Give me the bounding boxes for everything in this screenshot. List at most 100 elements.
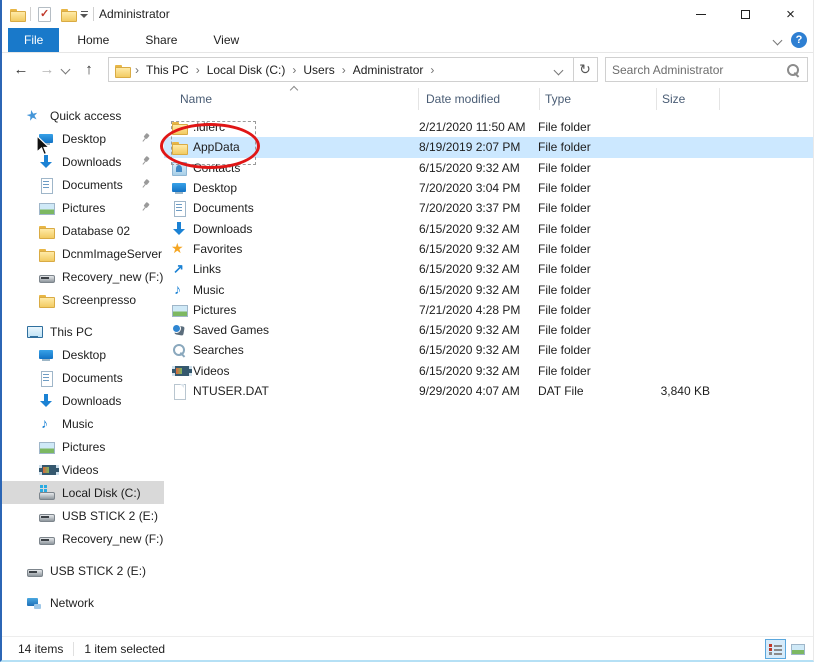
minimize-icon xyxy=(696,14,706,15)
sidebar-item-screenpresso[interactable]: Screenpresso xyxy=(2,288,164,311)
customize-quick-access-toolbar-icon[interactable] xyxy=(80,11,88,18)
details-view-button[interactable] xyxy=(765,639,786,659)
column-header-date-modified[interactable]: Date modified xyxy=(419,88,540,110)
search-input[interactable] xyxy=(606,63,785,77)
documents-icon xyxy=(38,370,54,386)
desktop-icon xyxy=(38,347,54,363)
ribbon-tabs: File Home Share View xyxy=(2,28,813,53)
file-name: Searches xyxy=(193,343,419,357)
up-button[interactable]: ↑ xyxy=(78,58,100,80)
file-date-modified: 2/21/2020 11:50 AM xyxy=(419,120,538,134)
file-type: File folder xyxy=(538,283,652,297)
drive-icon xyxy=(38,531,54,547)
column-header-name[interactable]: Name xyxy=(164,88,419,110)
folder-icon xyxy=(38,292,54,308)
column-header-size[interactable]: Size xyxy=(657,88,720,110)
new-folder-icon[interactable] xyxy=(60,6,76,22)
column-header-type[interactable]: Type xyxy=(540,88,657,110)
pictures-icon xyxy=(38,200,54,216)
forward-button[interactable]: → xyxy=(36,58,58,80)
file-row-appdata[interactable]: AppData 8/19/2019 2:07 PM File folder xyxy=(164,137,813,157)
expand-ribbon-icon[interactable] xyxy=(774,36,782,44)
breadcrumb-administrator[interactable]: Administrator xyxy=(351,63,426,77)
titlebar-divider xyxy=(93,7,94,21)
tab-home[interactable]: Home xyxy=(59,28,127,52)
network-icon xyxy=(26,595,42,611)
file-row-contacts[interactable]: Contacts 6/15/2020 9:32 AM File folder xyxy=(164,158,813,178)
sidebar-item-local-disk-c[interactable]: Local Disk (C:) xyxy=(2,481,164,504)
file-row-pictures[interactable]: Pictures 7/21/2020 4:28 PM File folder xyxy=(164,300,813,320)
sidebar-item-recovery-new-f[interactable]: Recovery_new (F:) xyxy=(2,527,164,550)
address-bar[interactable]: › This PC › Local Disk (C:) › Users › Ad… xyxy=(108,57,574,82)
large-icons-view-button[interactable] xyxy=(787,639,808,659)
properties-icon[interactable] xyxy=(36,6,52,22)
address-dropdown-icon[interactable] xyxy=(555,66,563,74)
back-button[interactable]: ← xyxy=(10,58,32,80)
details-view-icon xyxy=(769,644,782,654)
documents-icon xyxy=(171,200,187,216)
tab-share[interactable]: Share xyxy=(127,28,195,52)
sidebar-item-downloads[interactable]: Downloads xyxy=(2,150,164,173)
sidebar-item-pictures[interactable]: Pictures xyxy=(2,196,164,219)
sidebar-item-desktop[interactable]: Desktop xyxy=(2,343,164,366)
file-row-music[interactable]: Music 6/15/2020 9:32 AM File folder xyxy=(164,279,813,299)
file-row-links[interactable]: Links 6/15/2020 9:32 AM File folder xyxy=(164,259,813,279)
file-type: File folder xyxy=(538,181,652,195)
maximize-button[interactable] xyxy=(723,0,768,28)
sidebar-item-videos[interactable]: Videos xyxy=(2,458,164,481)
item-count: 14 items xyxy=(18,642,63,656)
file-row-downloads[interactable]: Downloads 6/15/2020 9:32 AM File folder xyxy=(164,218,813,238)
sidebar-item-usb-stick-2-e[interactable]: USB STICK 2 (E:) xyxy=(2,504,164,527)
sidebar-item-documents[interactable]: Documents xyxy=(2,366,164,389)
sidebar-item-music[interactable]: Music xyxy=(2,412,164,435)
sidebar-item-network[interactable]: Network xyxy=(2,591,164,614)
pictures-icon xyxy=(171,302,187,318)
breadcrumb-local-disk[interactable]: Local Disk (C:) xyxy=(205,63,288,77)
help-icon[interactable]: ? xyxy=(791,32,807,48)
file-row-documents[interactable]: Documents 7/20/2020 3:37 PM File folder xyxy=(164,198,813,218)
file-name: Links xyxy=(193,262,419,276)
sidebar-item-database-02[interactable]: Database 02 xyxy=(2,219,164,242)
file-row-saved-games[interactable]: Saved Games 6/15/2020 9:32 AM File folde… xyxy=(164,320,813,340)
window-title: Administrator xyxy=(99,7,170,21)
file-date-modified: 6/15/2020 9:32 AM xyxy=(419,343,538,357)
sidebar-item-desktop[interactable]: Desktop xyxy=(2,127,164,150)
refresh-button[interactable]: ↻ xyxy=(573,57,598,82)
file-type: File folder xyxy=(538,323,652,337)
tab-file[interactable]: File xyxy=(8,28,59,52)
sidebar-item-usb-stick-2-e[interactable]: USB STICK 2 (E:) xyxy=(2,559,164,582)
status-bar: 14 items 1 item selected xyxy=(2,636,813,660)
file-row-searches[interactable]: Searches 6/15/2020 9:32 AM File folder xyxy=(164,340,813,360)
close-icon: × xyxy=(786,7,795,22)
sidebar-item-downloads[interactable]: Downloads xyxy=(2,389,164,412)
file-date-modified: 6/15/2020 9:32 AM xyxy=(419,222,538,236)
search-icon xyxy=(785,62,801,78)
file-row-idlerc[interactable]: .idlerc 2/21/2020 11:50 AM File folder xyxy=(164,117,813,137)
recent-locations-icon[interactable] xyxy=(58,58,74,80)
file-row-desktop[interactable]: Desktop 7/20/2020 3:04 PM File folder xyxy=(164,178,813,198)
tab-view[interactable]: View xyxy=(195,28,257,52)
sidebar-item-documents[interactable]: Documents xyxy=(2,173,164,196)
navigation-bar: ← → ↑ › This PC › Local Disk (C:) › User… xyxy=(2,53,813,84)
minimize-button[interactable] xyxy=(678,0,723,28)
links-icon xyxy=(171,261,187,277)
file-date-modified: 6/15/2020 9:32 AM xyxy=(419,323,538,337)
close-button[interactable]: × xyxy=(768,0,813,28)
file-row-favorites[interactable]: Favorites 6/15/2020 9:32 AM File folder xyxy=(164,239,813,259)
file-name: Desktop xyxy=(193,181,419,195)
sidebar-item-quick-access[interactable]: Quick access xyxy=(2,104,164,127)
file-row-videos[interactable]: Videos 6/15/2020 9:32 AM File folder xyxy=(164,361,813,381)
this-pc-icon xyxy=(26,324,42,340)
searches-icon xyxy=(171,342,187,358)
breadcrumb-users[interactable]: Users xyxy=(301,63,336,77)
file-row-ntuser-dat[interactable]: NTUSER.DAT 9/29/2020 4:07 AM DAT File 3,… xyxy=(164,381,813,401)
documents-icon xyxy=(38,177,54,193)
file-name: NTUSER.DAT xyxy=(193,384,419,398)
sidebar-item-dcnmimageserver[interactable]: DcnmImageServer xyxy=(2,242,164,265)
file-name: Saved Games xyxy=(193,323,419,337)
breadcrumb-this-pc[interactable]: This PC xyxy=(144,63,191,77)
search-box xyxy=(605,57,808,82)
sidebar-item-this-pc[interactable]: This PC xyxy=(2,320,164,343)
sidebar-item-pictures[interactable]: Pictures xyxy=(2,435,164,458)
sidebar-item-recovery-new-f[interactable]: Recovery_new (F:) xyxy=(2,265,164,288)
